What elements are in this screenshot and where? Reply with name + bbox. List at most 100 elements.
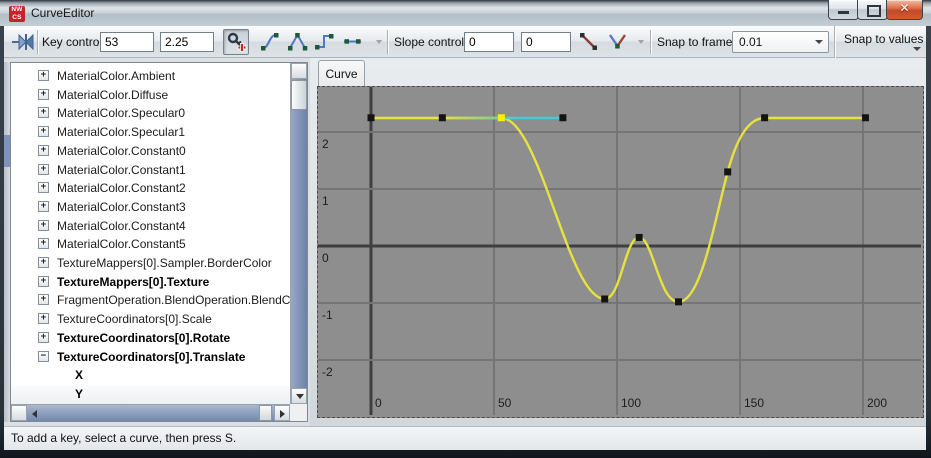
tree-item[interactable]: +TextureMappers[0].Sampler.BorderColor bbox=[11, 254, 290, 273]
slope-out-input[interactable] bbox=[521, 32, 571, 52]
maximize-button[interactable] bbox=[857, 0, 888, 20]
tree-item-label: TextureCoordinators[0].Rotate bbox=[57, 331, 230, 345]
key-frame-input[interactable] bbox=[100, 32, 154, 52]
tree-item[interactable]: + MaterialColor.Specular1 bbox=[11, 123, 290, 142]
tree-item-label: MaterialColor.Ambient bbox=[57, 69, 175, 83]
add-key-button[interactable] bbox=[223, 29, 249, 55]
tree-item[interactable]: X bbox=[11, 366, 290, 385]
step-curve-icon bbox=[313, 30, 336, 53]
keyframe[interactable] bbox=[636, 234, 643, 241]
snap-to-values-label: Snap to values bbox=[844, 26, 923, 53]
expand-icon[interactable]: + bbox=[38, 145, 49, 156]
main-area: + MaterialColor.Ambient +MaterialColor.Dif… bbox=[4, 58, 926, 426]
close-button[interactable]: ✕ bbox=[886, 0, 923, 20]
expand-icon[interactable]: + bbox=[38, 126, 49, 137]
tree-item[interactable]: +MaterialColor.Constant0 bbox=[11, 142, 290, 161]
scroll-left-button[interactable] bbox=[11, 405, 27, 421]
svg-text:1: 1 bbox=[322, 194, 329, 208]
tree-item[interactable]: +MaterialColor.Constant1 bbox=[11, 161, 290, 180]
tree-item-label: X bbox=[75, 368, 83, 382]
window-title: CurveEditor bbox=[31, 0, 94, 26]
keyframe[interactable] bbox=[559, 114, 566, 121]
expand-icon[interactable]: + bbox=[38, 257, 49, 268]
keyframe[interactable] bbox=[724, 168, 731, 175]
tree-item[interactable]: Y bbox=[11, 385, 290, 404]
expand-icon[interactable]: + bbox=[38, 201, 49, 212]
pin-icon bbox=[11, 30, 35, 54]
keyframe[interactable] bbox=[498, 114, 505, 121]
curve-plot[interactable]: 050100150200210-1-2 bbox=[317, 86, 924, 418]
scroll-right-button[interactable] bbox=[274, 405, 290, 421]
expand-icon[interactable]: + bbox=[38, 294, 49, 305]
collapse-icon[interactable]: − bbox=[38, 351, 49, 362]
curve-plot-canvas[interactable]: 050100150200210-1-2 bbox=[318, 87, 921, 415]
expand-icon[interactable]: + bbox=[38, 313, 49, 324]
tree-item-label: Y bbox=[75, 387, 83, 401]
expand-icon[interactable]: + bbox=[38, 220, 49, 231]
svg-text:0: 0 bbox=[322, 251, 329, 265]
tree-horizontal-scrollbar[interactable] bbox=[11, 404, 290, 421]
smooth-tangent-button[interactable] bbox=[258, 29, 284, 55]
overflow-arrow-icon bbox=[376, 40, 382, 44]
tree-item[interactable]: + MaterialColor.Ambient bbox=[11, 67, 290, 86]
horizontal-scroll-thumb[interactable] bbox=[259, 405, 272, 421]
expand-icon[interactable]: + bbox=[38, 182, 49, 193]
tree-item[interactable]: +MaterialColor.Diffuse bbox=[11, 86, 290, 105]
tree-vertical-scrollbar[interactable] bbox=[290, 63, 307, 404]
pin-button[interactable] bbox=[10, 29, 36, 55]
key-value-input[interactable] bbox=[160, 32, 214, 52]
status-bar: To add a key, select a curve, then press… bbox=[4, 426, 926, 450]
svg-text:100: 100 bbox=[621, 396, 641, 410]
slope-in-input[interactable] bbox=[464, 32, 514, 52]
tree-item[interactable]: + FragmentOperation.BlendOperation.BlendC… bbox=[11, 291, 290, 310]
tree-item[interactable]: +TextureMappers[0].Texture bbox=[11, 273, 290, 292]
tree-item[interactable]: +MaterialColor.Constant2 bbox=[11, 179, 290, 198]
keyframe[interactable] bbox=[439, 114, 446, 121]
linear-tangent-button[interactable] bbox=[285, 29, 311, 55]
scroll-up-button[interactable] bbox=[291, 63, 307, 79]
scroll-down-button[interactable] bbox=[291, 388, 307, 404]
tree-item[interactable]: + TextureCoordinators[0].Rotate bbox=[11, 329, 290, 348]
step-tangent-button[interactable] bbox=[312, 29, 338, 55]
snap-to-frames-dropdown[interactable]: 0.01 bbox=[732, 31, 829, 53]
svg-text:200: 200 bbox=[867, 396, 887, 410]
tree-item[interactable]: −TextureCoordinators[0].Translate bbox=[11, 348, 290, 367]
keyframe[interactable] bbox=[761, 114, 768, 121]
tree-item-label: MaterialColor.Constant3 bbox=[57, 200, 186, 214]
tree-item[interactable]: +MaterialColor.Constant5 bbox=[11, 235, 290, 254]
expand-icon[interactable]: + bbox=[38, 164, 49, 175]
tree-item-label: MaterialColor.Specular1 bbox=[57, 125, 185, 139]
snap-to-values-dropdown[interactable]: Snap to values bbox=[834, 26, 927, 58]
flat-tangent-button[interactable] bbox=[340, 29, 366, 55]
tree-item-label: FragmentOperation.BlendOperation.BlendCo bbox=[57, 293, 290, 307]
keyframe[interactable] bbox=[675, 298, 682, 305]
expand-icon[interactable]: + bbox=[38, 238, 49, 249]
slope-control-label: Slope control bbox=[394, 26, 464, 58]
keyframe[interactable] bbox=[368, 114, 375, 121]
status-text: To add a key, select a curve, then press… bbox=[11, 431, 236, 445]
title-bar[interactable]: NW CS CurveEditor ✕ bbox=[0, 0, 931, 26]
tab-curve[interactable]: Curve bbox=[318, 60, 365, 86]
minimize-button[interactable] bbox=[828, 0, 859, 20]
chevron-down-icon bbox=[913, 47, 921, 51]
expand-icon[interactable]: + bbox=[38, 332, 49, 343]
tree-item[interactable]: +TextureCoordinators[0].Scale bbox=[11, 310, 290, 329]
slope-line-button[interactable] bbox=[576, 29, 602, 55]
property-tree[interactable]: + MaterialColor.Ambient +MaterialColor.Dif… bbox=[11, 63, 290, 404]
tree-item[interactable]: + MaterialColor.Constant3 bbox=[11, 198, 290, 217]
keyframe[interactable] bbox=[601, 296, 608, 303]
svg-text:0: 0 bbox=[375, 396, 382, 410]
slope-break-icon bbox=[606, 30, 629, 53]
close-icon: ✕ bbox=[887, 1, 922, 15]
slope-break-button[interactable] bbox=[605, 29, 631, 55]
tree-item[interactable]: +MaterialColor.Constant4 bbox=[11, 217, 290, 236]
app-icon-text-bottom: CS bbox=[9, 14, 25, 22]
keyframe[interactable] bbox=[862, 114, 869, 121]
expand-icon[interactable]: + bbox=[38, 276, 49, 287]
tree-item[interactable]: +MaterialColor.Specular0 bbox=[11, 104, 290, 123]
expand-icon[interactable]: + bbox=[38, 70, 49, 81]
expand-icon[interactable]: + bbox=[38, 89, 49, 100]
toolbar-separator bbox=[650, 30, 651, 54]
expand-icon[interactable]: + bbox=[38, 107, 49, 118]
vertical-scroll-thumb[interactable] bbox=[291, 80, 307, 110]
